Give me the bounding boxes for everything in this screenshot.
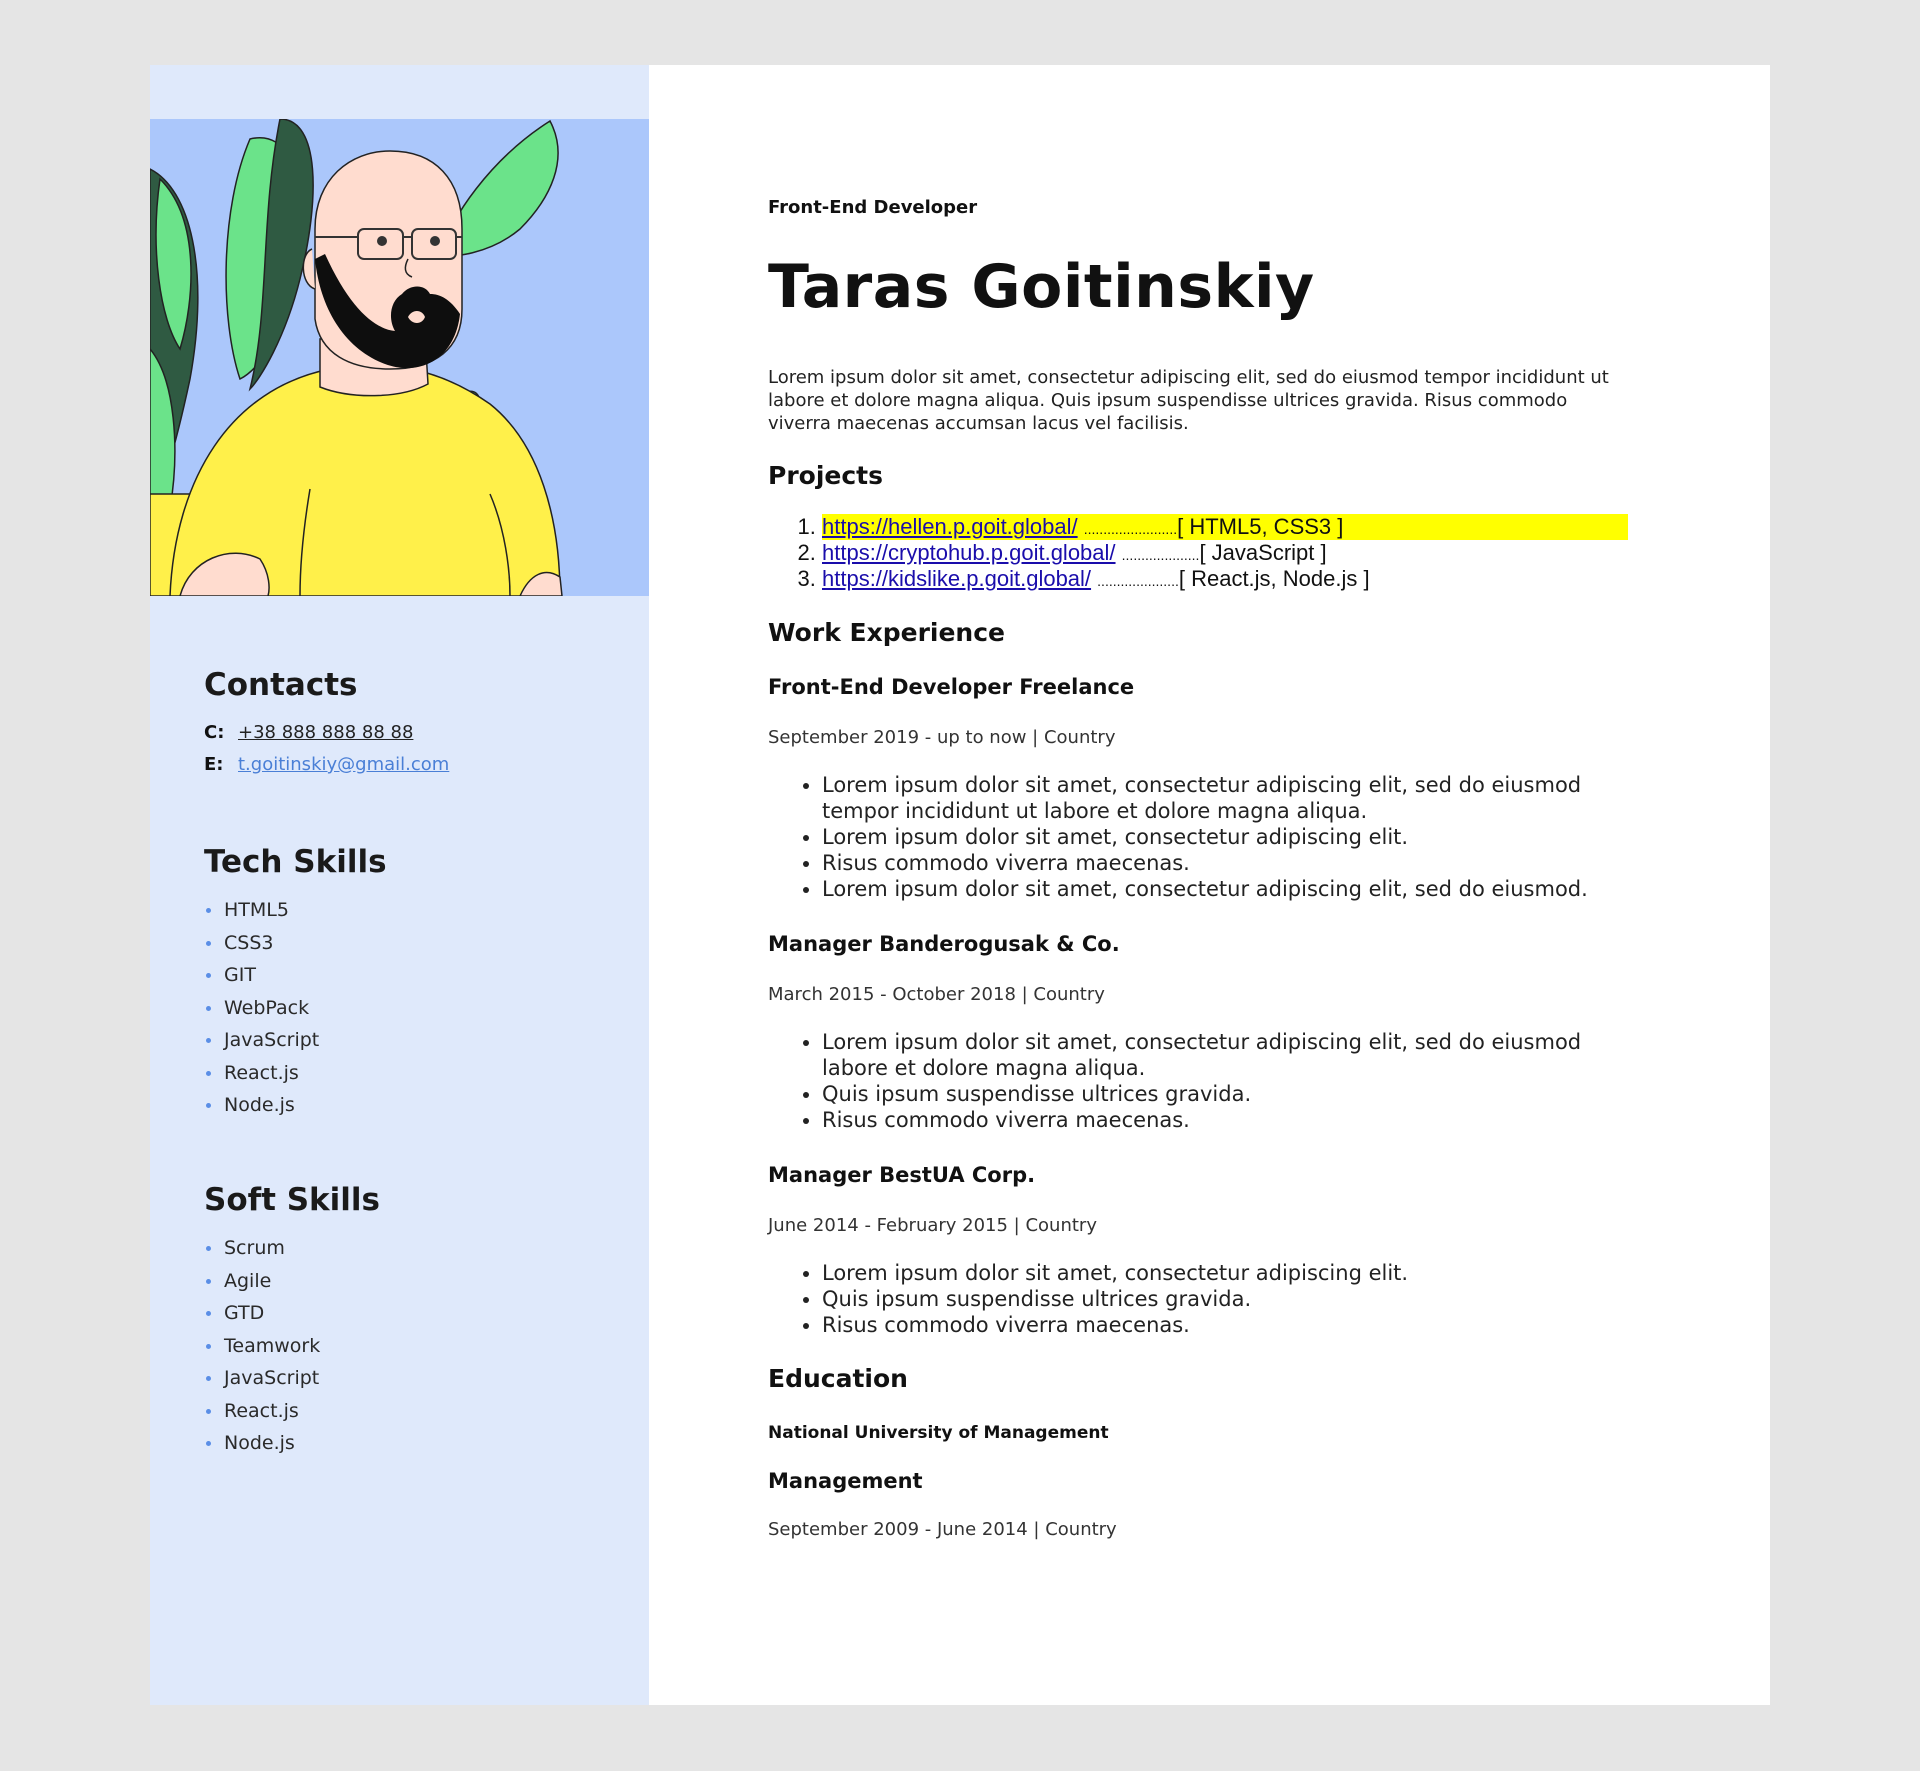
intro-paragraph: Lorem ipsum dolor sit amet, consectetur … <box>768 367 1609 434</box>
job-title: Manager BestUA Corp. <box>768 1163 1036 1187</box>
contacts-section: Contacts C: +38 888 888 88 88 E: t.goiti… <box>204 667 449 781</box>
email-link[interactable]: t.goitinskiy@gmail.com <box>238 749 449 781</box>
content-column: Front-End Developer Taras Goitinskiy Lor… <box>768 197 1628 1540</box>
list-item: Lorem ipsum dolor sit amet, consectetur … <box>822 1029 1628 1081</box>
main-content: Front-End Developer Taras Goitinskiy Lor… <box>649 65 1770 1705</box>
list-item: https://cryptohub.p.goit.global/ .......… <box>822 540 1628 566</box>
email-key: E: <box>204 754 224 775</box>
list-item: Quis ipsum suspendisse ultrices gravida. <box>822 1286 1628 1312</box>
list-item: CSS3 <box>204 927 387 960</box>
list-item: Agile <box>204 1265 380 1298</box>
education-degree: Management <box>768 1469 923 1493</box>
list-item: Lorem ipsum dolor sit amet, consectetur … <box>822 824 1628 850</box>
contact-email-row: E: t.goitinskiy@gmail.com <box>204 749 449 781</box>
job-bullets: Lorem ipsum dolor sit amet, consectetur … <box>768 1029 1628 1133</box>
projects-title: Projects <box>768 461 884 490</box>
sidebar: Contacts C: +38 888 888 88 88 E: t.goiti… <box>150 65 649 1705</box>
list-item: Teamwork <box>204 1330 380 1363</box>
role-title: Front-End Developer <box>768 197 978 218</box>
tech-skills-list: HTML5 CSS3 GIT WebPack JavaScript React.… <box>204 894 387 1122</box>
job-bullets: Lorem ipsum dolor sit amet, consectetur … <box>768 1260 1628 1338</box>
project-tech: [ HTML5, CSS3 ] <box>1177 514 1344 539</box>
job-dates: March 2015 - October 2018 | Country <box>768 984 1105 1005</box>
soft-skills-section: Soft Skills Scrum Agile GTD Teamwork Jav… <box>204 1182 380 1460</box>
education-title: Education <box>768 1364 908 1393</box>
list-item: Quis ipsum suspendisse ultrices gravida. <box>822 1081 1628 1107</box>
avatar-illustration <box>150 119 649 596</box>
soft-skills-list: Scrum Agile GTD Teamwork JavaScript Reac… <box>204 1232 380 1460</box>
project-tech: [ React.js, Node.js ] <box>1178 566 1370 591</box>
phone-link[interactable]: +38 888 888 88 88 <box>238 717 413 749</box>
education-school: National University of Management <box>768 1423 1109 1443</box>
tech-skills-section: Tech Skills HTML5 CSS3 GIT WebPack JavaS… <box>204 844 387 1122</box>
projects-list: https://hellen.p.goit.global/ ..........… <box>768 514 1628 592</box>
person-name: Taras Goitinskiy <box>768 252 1315 322</box>
list-item: Risus commodo viverra maecenas. <box>822 850 1628 876</box>
list-item: Risus commodo viverra maecenas. <box>822 1312 1628 1338</box>
tech-skills-title: Tech Skills <box>204 844 387 880</box>
job-dates: September 2019 - up to now | Country <box>768 727 1116 748</box>
job-bullets: Lorem ipsum dolor sit amet, consectetur … <box>768 772 1628 902</box>
project-link[interactable]: https://kidslike.p.goit.global/ <box>822 566 1091 591</box>
job-title: Front-End Developer Freelance <box>768 675 1135 699</box>
list-item: React.js <box>204 1057 387 1090</box>
list-item: JavaScript <box>204 1024 387 1057</box>
list-item: GTD <box>204 1297 380 1330</box>
list-item: GIT <box>204 959 387 992</box>
list-item: Scrum <box>204 1232 380 1265</box>
list-item: JavaScript <box>204 1362 380 1395</box>
list-item: React.js <box>204 1395 380 1428</box>
list-item: Node.js <box>204 1427 380 1460</box>
list-item: WebPack <box>204 992 387 1025</box>
list-item: https://kidslike.p.goit.global/ ........… <box>822 566 1628 592</box>
contacts-title: Contacts <box>204 667 358 703</box>
phone-key: C: <box>204 722 225 743</box>
job-title: Manager Banderogusak & Co. <box>768 932 1120 956</box>
education-dates: September 2009 - June 2014 | Country <box>768 1519 1117 1540</box>
list-item: HTML5 <box>204 894 387 927</box>
project-dots: ..................... <box>1097 573 1179 589</box>
project-link[interactable]: https://hellen.p.goit.global/ <box>822 514 1078 539</box>
resume-page: Contacts C: +38 888 888 88 88 E: t.goiti… <box>150 65 1770 1705</box>
list-item: Lorem ipsum dolor sit amet, consectetur … <box>822 772 1628 824</box>
list-item: Lorem ipsum dolor sit amet, consectetur … <box>822 1260 1628 1286</box>
job-dates: June 2014 - February 2015 | Country <box>768 1215 1097 1236</box>
soft-skills-title: Soft Skills <box>204 1182 380 1218</box>
contact-phone-row: C: +38 888 888 88 88 <box>204 717 449 749</box>
avatar <box>150 119 649 596</box>
project-dots: .................... <box>1121 547 1200 563</box>
work-experience-title: Work Experience <box>768 618 1005 647</box>
list-item: Lorem ipsum dolor sit amet, consectetur … <box>822 876 1628 902</box>
list-item: Risus commodo viverra maecenas. <box>822 1107 1628 1133</box>
list-item: https://hellen.p.goit.global/ ..........… <box>822 514 1628 540</box>
project-link[interactable]: https://cryptohub.p.goit.global/ <box>822 540 1116 565</box>
project-tech: [ JavaScript ] <box>1199 540 1327 565</box>
project-dots: ........................ <box>1083 521 1178 537</box>
list-item: Node.js <box>204 1089 387 1122</box>
